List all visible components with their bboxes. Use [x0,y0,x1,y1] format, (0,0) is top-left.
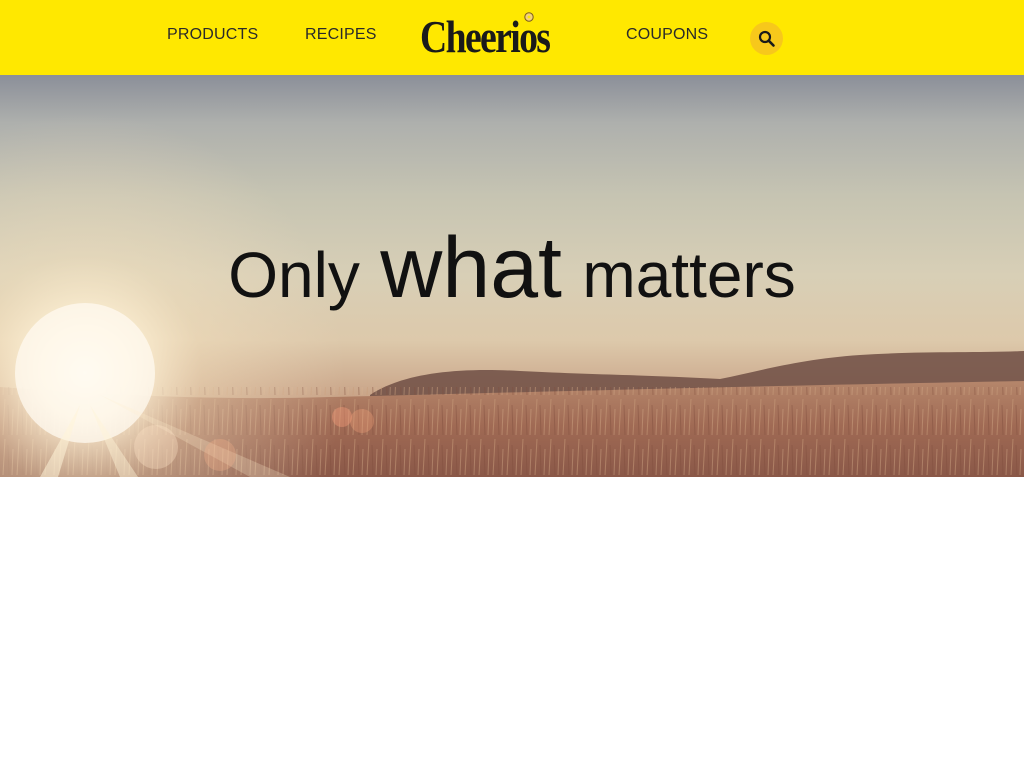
search-button[interactable] [750,22,783,55]
hero-banner: Only what matters [0,75,1024,477]
headline-word-what: what [380,220,562,316]
hero-headline: Only what matters [0,223,1024,338]
headline-word-matters: matters [582,239,796,311]
page-content-area [0,477,1024,768]
search-icon [758,30,775,47]
logo-heart-icon [524,12,534,22]
nav-products-link[interactable]: PRODUCTS [167,26,258,44]
nav-recipes-link[interactable]: RECIPES [305,26,377,44]
nav-coupons-link[interactable]: COUPONS [626,26,708,44]
cheerios-logo[interactable]: Cheerios [420,10,582,64]
site-header: PRODUCTS RECIPES Cheerios COUPONS [0,0,1024,75]
headline-word-only: Only [228,239,360,311]
